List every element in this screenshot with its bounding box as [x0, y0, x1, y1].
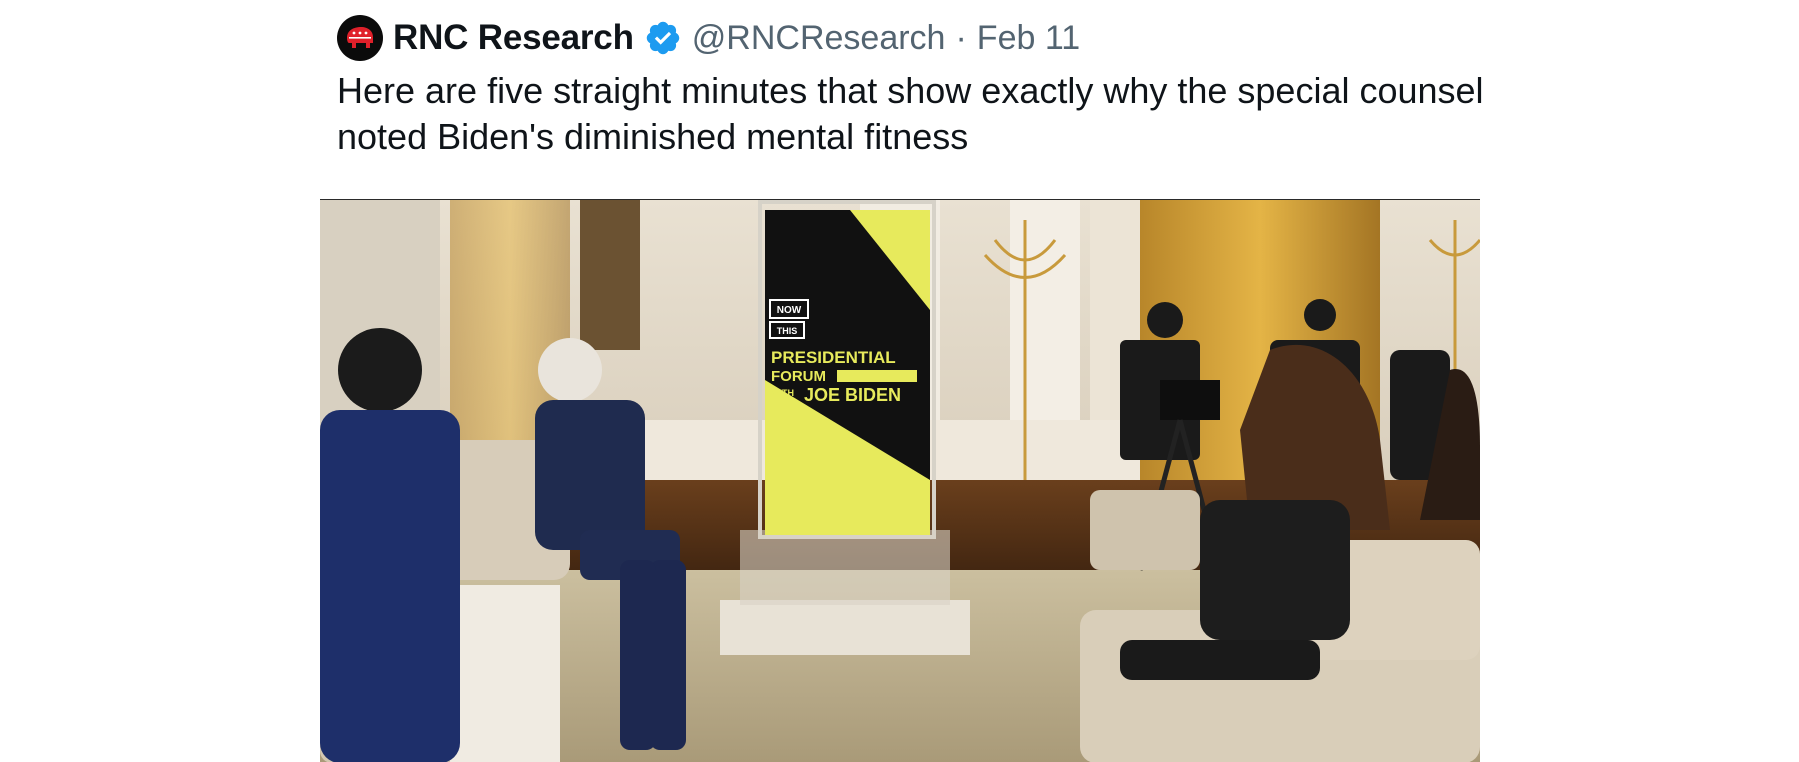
author-handle[interactable]: @RNCResearch [692, 19, 946, 58]
forum-banner: NOW THIS PRESIDENTIAL FORUM WITH JOE BID… [765, 210, 930, 535]
tweet-text: Here are five straight minutes that show… [337, 70, 1484, 157]
elephant-icon [347, 27, 373, 48]
author-name[interactable]: RNC Research [393, 18, 634, 58]
banner-line1: NOW [777, 305, 802, 316]
tweet-video[interactable]: NOW THIS PRESIDENTIAL FORUM WITH JOE BID… [320, 199, 1480, 762]
banner-line3: PRESIDENTIAL [771, 348, 896, 367]
banner-line2: THIS [777, 326, 798, 336]
tweet-date[interactable]: Feb 11 [977, 19, 1080, 58]
avatar[interactable] [337, 15, 383, 61]
verified-badge-icon [644, 19, 682, 57]
banner-line4: FORUM [771, 368, 826, 385]
banner-line6: JOE BIDEN [804, 385, 901, 405]
tweet-header: RNC Research @RNCResearch · Feb 11 [337, 14, 1080, 62]
video-frame: NOW THIS PRESIDENTIAL FORUM WITH JOE BID… [320, 200, 1480, 762]
banner-line5: WITH [771, 388, 794, 398]
separator-dot: · [955, 18, 967, 57]
